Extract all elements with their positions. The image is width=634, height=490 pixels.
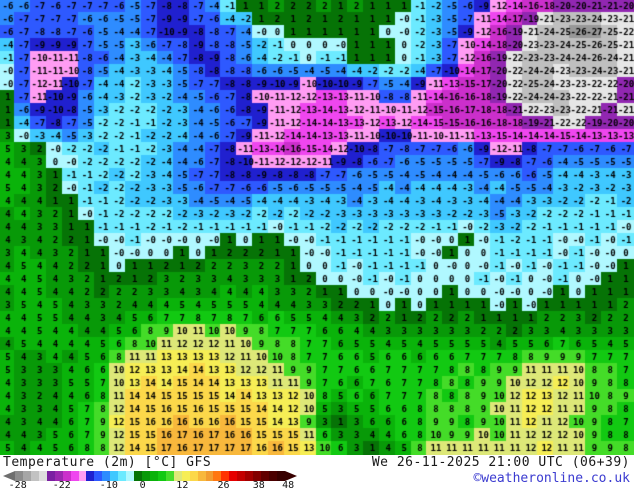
forecast-datetime: We 26-11-2025 21:00 UTC (06+39) — [371, 455, 630, 470]
colorbar-tick: 12 — [176, 480, 189, 490]
temperature-map-canvas — [0, 0, 634, 455]
colorbar-tick: 48 — [282, 480, 295, 490]
colorbar-segment — [229, 471, 238, 481]
colorbar-segment — [118, 471, 127, 481]
colorbar-segment — [165, 471, 174, 481]
weather-map-screen: Temperature (2m) [°C] GFS -28 -22 -10 0 12 26… — [0, 0, 634, 490]
colorbar: -28 -22 -10 0 12 26 38 48 — [3, 471, 297, 490]
colorbar-segment — [126, 471, 135, 481]
colorbar-segment — [149, 471, 158, 481]
colorbar-segment — [205, 471, 214, 481]
colorbar-segment — [237, 471, 246, 481]
colorbar-segment — [78, 471, 87, 481]
colorbar-segment — [189, 471, 198, 481]
colorbar-segment — [157, 471, 166, 481]
colorbar-ticks: -28 -22 -10 0 12 26 38 48 — [3, 481, 297, 490]
colorbar-tick: 26 — [217, 480, 230, 490]
colorbar-tick: -10 — [99, 480, 118, 490]
colorbar-segment — [38, 471, 47, 481]
colorbar-segment — [86, 471, 95, 481]
colorbar-tick: -22 — [52, 480, 71, 490]
colorbar-tick: 38 — [252, 480, 265, 490]
colorbar-segment — [269, 471, 277, 481]
copyright-link[interactable]: ©weatheronline.co.uk — [473, 471, 630, 486]
colorbar-tick: 0 — [139, 480, 146, 490]
colorbar-segment — [197, 471, 206, 481]
legend-bar: Temperature (2m) [°C] GFS -28 -22 -10 0 12 26… — [0, 455, 634, 490]
legend-title: Temperature (2m) [°C] GFS — [3, 455, 212, 470]
colorbar-tick: -28 — [8, 480, 27, 490]
colorbar-segment — [70, 471, 79, 481]
colorbar-segment — [30, 471, 39, 481]
